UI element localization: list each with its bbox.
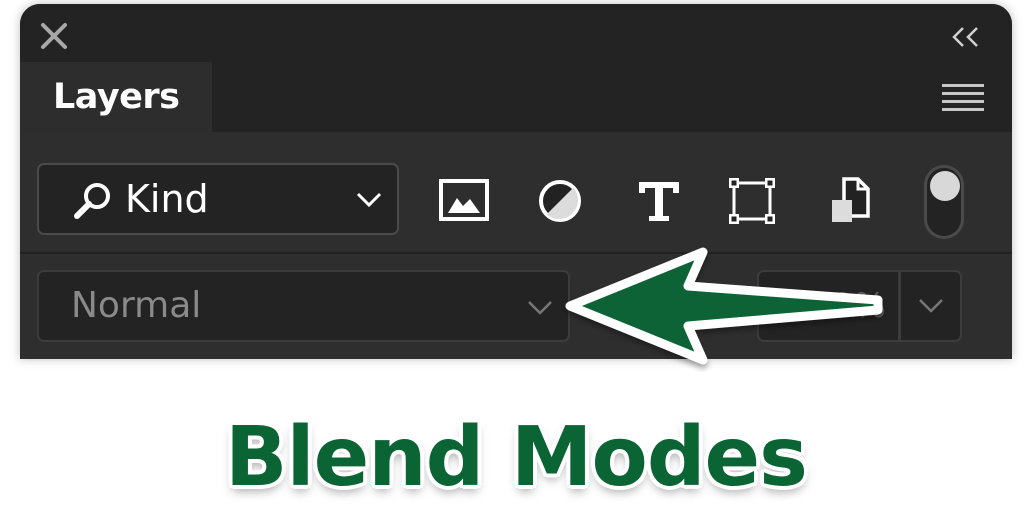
search-icon bbox=[71, 179, 115, 223]
chevron-down-icon bbox=[919, 299, 943, 313]
blend-row: Normal 100% bbox=[20, 256, 1012, 359]
chevron-down-icon bbox=[355, 189, 383, 209]
panel-tabbar: Layers bbox=[20, 62, 1012, 132]
filter-toggle-switch[interactable] bbox=[924, 165, 964, 239]
toggle-knob bbox=[930, 171, 960, 201]
panel-titlebar bbox=[20, 4, 1012, 62]
panel-content: Kind Normal 100% bbox=[20, 132, 1012, 359]
blend-mode-dropdown[interactable]: Normal bbox=[37, 270, 570, 342]
shape-layer-filter-icon[interactable] bbox=[726, 176, 778, 226]
filter-row: Kind bbox=[20, 132, 1012, 254]
caption-title: Blend Modes bbox=[225, 410, 808, 505]
opacity-control: 100% bbox=[757, 270, 962, 342]
pixel-layer-filter-icon[interactable] bbox=[438, 176, 490, 226]
chevron-down-icon bbox=[526, 298, 554, 318]
filter-kind-dropdown[interactable]: Kind bbox=[37, 163, 399, 235]
tab-layers[interactable]: Layers bbox=[20, 62, 212, 132]
close-icon[interactable] bbox=[40, 22, 68, 50]
layers-panel: Layers Kind Normal 100% bbox=[20, 4, 1012, 359]
opacity-dropdown-button[interactable] bbox=[902, 272, 960, 340]
panel-menu-icon[interactable] bbox=[942, 82, 984, 112]
adjustment-layer-filter-icon[interactable] bbox=[534, 176, 586, 226]
blend-mode-label: Normal bbox=[71, 285, 202, 326]
filter-kind-label: Kind bbox=[125, 177, 209, 221]
type-layer-filter-icon[interactable] bbox=[633, 176, 685, 226]
smart-object-filter-icon[interactable] bbox=[826, 176, 878, 226]
opacity-input[interactable]: 100% bbox=[759, 272, 901, 340]
double-chevron-left-icon[interactable] bbox=[950, 24, 982, 50]
